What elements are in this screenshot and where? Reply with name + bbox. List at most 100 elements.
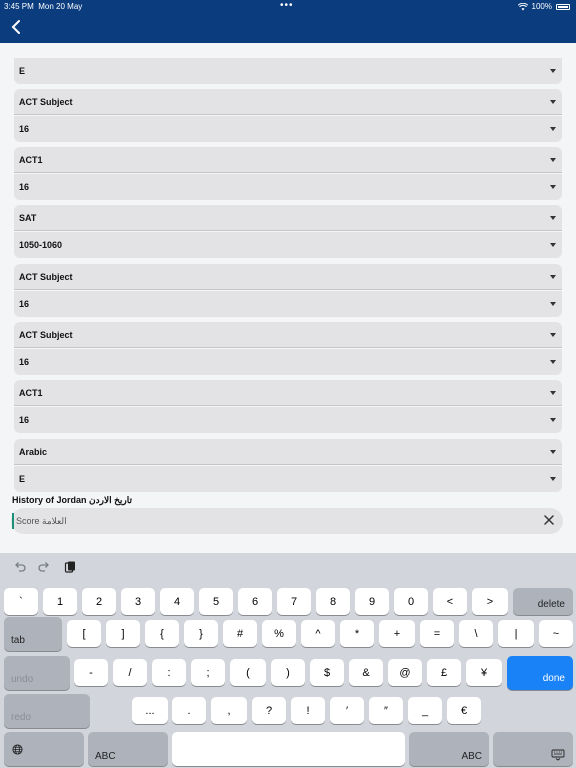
keyboard: ` 1 2 3 4 5 6 7 8 9 0 < > delete tab [ ]…	[0, 553, 576, 768]
abc-key-left[interactable]: ABC	[88, 732, 168, 766]
back-chevron-icon[interactable]	[8, 18, 24, 36]
section-label: History of Jordan تاريخ الاردن	[12, 495, 133, 505]
paste-clipboard-icon[interactable]	[63, 560, 77, 574]
key-open-paren[interactable]: (	[230, 659, 266, 686]
chevron-down-icon	[550, 391, 556, 395]
key-percent[interactable]: %	[262, 620, 296, 647]
key-equals[interactable]: =	[420, 620, 454, 647]
keyboard-dismiss-icon	[551, 749, 565, 761]
select-field[interactable]: 16	[14, 407, 562, 433]
abc-key-right[interactable]: ABC	[409, 732, 489, 766]
key-open-brace[interactable]: {	[145, 620, 179, 647]
key-question[interactable]: ?	[252, 697, 286, 724]
key-8[interactable]: 8	[316, 588, 350, 615]
battery-percent: 100%	[531, 2, 552, 11]
undo-arrow-icon[interactable]	[13, 560, 27, 574]
key-7[interactable]: 7	[277, 588, 311, 615]
select-field[interactable]: ACT Subject	[14, 264, 562, 290]
key-backslash[interactable]: \	[459, 620, 493, 647]
battery-icon	[556, 3, 570, 10]
key-at[interactable]: @	[388, 659, 422, 686]
chevron-down-icon	[550, 418, 556, 422]
done-key[interactable]: done	[507, 656, 573, 690]
key-pipe[interactable]: |	[498, 620, 534, 647]
redo-key[interactable]: redo	[4, 694, 90, 728]
key-close-bracket[interactable]: ]	[106, 620, 140, 647]
select-field[interactable]: ACT1	[14, 147, 562, 173]
select-field[interactable]: E	[14, 58, 562, 84]
key-colon[interactable]: :	[152, 659, 186, 686]
clear-icon[interactable]	[543, 514, 555, 526]
top-bar: 3:45 PM Mon 20 May ••• 100%	[0, 0, 576, 43]
select-field[interactable]: E	[14, 466, 562, 492]
key-ellipsis[interactable]: ...	[132, 697, 168, 724]
chevron-down-icon	[550, 185, 556, 189]
key-plus[interactable]: +	[379, 620, 415, 647]
key-dollar[interactable]: $	[310, 659, 344, 686]
status-bar: 3:45 PM Mon 20 May ••• 100%	[0, 0, 576, 12]
chevron-down-icon	[550, 216, 556, 220]
key-period[interactable]: .	[172, 697, 206, 724]
key-2[interactable]: 2	[82, 588, 116, 615]
chevron-down-icon	[550, 333, 556, 337]
undo-key[interactable]: undo	[4, 656, 70, 690]
keyboard-shortcut-bar	[0, 553, 576, 583]
select-field[interactable]: ACT1	[14, 380, 562, 406]
delete-key[interactable]: delete	[513, 588, 573, 615]
key-semicolon[interactable]: ;	[191, 659, 225, 686]
key-4[interactable]: 4	[160, 588, 194, 615]
chevron-down-icon	[550, 69, 556, 73]
key-open-bracket[interactable]: [	[67, 620, 101, 647]
key-slash[interactable]: /	[113, 659, 147, 686]
key-3[interactable]: 3	[121, 588, 155, 615]
key-backtick[interactable]: `	[4, 588, 38, 615]
select-field[interactable]: 16	[14, 349, 562, 375]
key-pound[interactable]: £	[427, 659, 461, 686]
chevron-down-icon	[550, 360, 556, 364]
status-time: 3:45 PM Mon 20 May	[4, 2, 83, 11]
key-6[interactable]: 6	[238, 588, 272, 615]
select-field[interactable]: ACT Subject	[14, 89, 562, 115]
key-yen[interactable]: ¥	[466, 659, 502, 686]
key-prime[interactable]: ′	[330, 697, 364, 724]
select-field[interactable]: SAT	[14, 205, 562, 231]
key-double-prime[interactable]: ″	[369, 697, 403, 724]
key-underscore[interactable]: _	[408, 697, 442, 724]
key-exclamation[interactable]: !	[291, 697, 325, 724]
key-0[interactable]: 0	[394, 588, 428, 615]
score-input[interactable]: Score العلامة	[11, 508, 563, 534]
key-5[interactable]: 5	[199, 588, 233, 615]
select-field[interactable]: ACT Subject	[14, 322, 562, 348]
key-caret[interactable]: ^	[301, 620, 335, 647]
key-close-paren[interactable]: )	[271, 659, 305, 686]
dismiss-keyboard-key[interactable]	[493, 732, 573, 766]
select-field[interactable]: Arabic	[14, 439, 562, 465]
tab-key[interactable]: tab	[4, 617, 62, 651]
key-greater-than[interactable]: >	[472, 588, 508, 615]
globe-key[interactable]	[4, 732, 84, 766]
select-field[interactable]: 16	[14, 174, 562, 200]
key-close-brace[interactable]: }	[184, 620, 218, 647]
chevron-down-icon	[550, 450, 556, 454]
form-scroll-area[interactable]: E ACT Subject 16 ACT1 16 SAT 1050-1060 A…	[0, 43, 576, 553]
select-field[interactable]: 16	[14, 116, 562, 142]
redo-arrow-icon[interactable]	[37, 560, 51, 574]
select-field[interactable]: 1050-1060	[14, 232, 562, 258]
status-right: 100%	[517, 2, 570, 11]
chevron-down-icon	[550, 302, 556, 306]
key-euro[interactable]: €	[447, 697, 481, 724]
key-9[interactable]: 9	[355, 588, 389, 615]
key-comma[interactable]: ,	[211, 697, 247, 724]
chevron-down-icon	[550, 477, 556, 481]
key-less-than[interactable]: <	[433, 588, 467, 615]
key-tilde[interactable]: ~	[539, 620, 573, 647]
key-hyphen[interactable]: -	[74, 659, 108, 686]
key-ampersand[interactable]: &	[349, 659, 383, 686]
key-1[interactable]: 1	[43, 588, 77, 615]
select-field[interactable]: 16	[14, 291, 562, 317]
multitask-dots-icon[interactable]: •••	[280, 0, 294, 11]
space-bar[interactable]	[172, 732, 405, 766]
key-asterisk[interactable]: *	[340, 620, 374, 647]
wifi-icon	[517, 2, 528, 10]
key-hash[interactable]: #	[223, 620, 257, 647]
